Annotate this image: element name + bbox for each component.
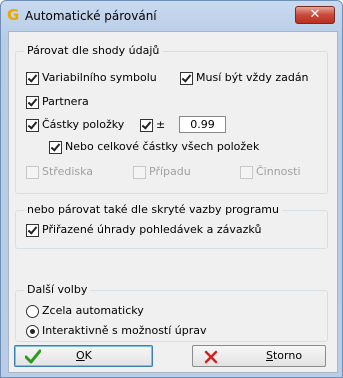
checkmark-icon	[25, 349, 41, 364]
must-be-set-label: Musí být vždy zadán	[196, 71, 309, 84]
tolerance-checkbox[interactable]: ±	[140, 118, 165, 132]
case-label: Případu	[149, 165, 191, 178]
match-criteria-legend: Párovat dle shody údajů	[24, 44, 163, 58]
activity-checkbox[interactable]: Činnosti	[240, 165, 301, 179]
case-checkbox[interactable]: Případu	[133, 165, 191, 179]
must-be-set-checkbox[interactable]: Musí být vždy zadán	[180, 71, 309, 85]
checkbox-box[interactable]	[26, 223, 39, 237]
checkbox-box[interactable]	[26, 118, 39, 132]
item-amount-checkbox[interactable]: Částky položky	[26, 118, 124, 132]
radio-circle[interactable]	[26, 324, 39, 338]
checkbox-box[interactable]	[26, 165, 39, 179]
interactive-radio[interactable]: Interaktivně s možností úprav	[26, 324, 207, 338]
assigned-payments-checkbox[interactable]: Přiřazené úhrady pohledávek a závazků	[26, 223, 261, 237]
cancel-label: Storno	[266, 349, 303, 362]
cancel-button[interactable]: Storno	[192, 345, 326, 367]
checkbox-box[interactable]	[26, 71, 39, 85]
total-amount-label: Nebo celkové částky všech položek	[65, 140, 260, 153]
assigned-payments-label: Přiřazené úhrady pohledávek a závazků	[42, 223, 262, 236]
checkbox-box[interactable]	[26, 95, 39, 109]
hidden-link-group: nebo párovat také dle skryté vazby progr…	[15, 203, 328, 249]
checkbox-box[interactable]	[140, 118, 153, 132]
item-amount-label: Částky položky	[42, 118, 125, 131]
checkbox-box[interactable]	[133, 165, 146, 179]
close-button[interactable]: ✕	[295, 6, 335, 24]
close-icon: ✕	[309, 7, 321, 22]
tolerance-label: ±	[156, 118, 166, 131]
ok-button[interactable]: OK	[14, 345, 153, 367]
variable-symbol-checkbox[interactable]: Variabilního symbolu	[26, 71, 157, 85]
checkbox-box[interactable]	[49, 140, 62, 154]
total-amount-checkbox[interactable]: Nebo celkové částky všech položek	[49, 140, 259, 154]
checkbox-box[interactable]	[180, 71, 193, 85]
tolerance-input[interactable]: 0.99	[179, 116, 226, 133]
more-options-legend: Další volby	[24, 283, 91, 297]
interactive-label: Interaktivně s možností úprav	[42, 324, 207, 337]
hidden-link-legend: nebo párovat také dle skryté vazby progr…	[24, 203, 282, 217]
dialog-title: Automatické párování	[25, 9, 157, 23]
checkbox-box[interactable]	[240, 165, 253, 179]
dialog-window: G Automatické párování ✕ Párovat dle sho…	[0, 0, 343, 378]
cross-icon	[204, 350, 218, 364]
activity-label: Činnosti	[256, 165, 301, 178]
radio-circle[interactable]	[26, 304, 39, 318]
partner-label: Partnera	[42, 95, 89, 108]
title-bar[interactable]: G Automatické párování ✕	[1, 1, 342, 31]
ok-label: OK	[76, 349, 92, 362]
fully-automatic-radio[interactable]: Zcela automaticky	[26, 304, 144, 318]
dialog-body: Párovat dle shody údajů Variabilního sym…	[8, 31, 338, 373]
fully-automatic-label: Zcela automaticky	[42, 304, 144, 317]
variable-symbol-label: Variabilního symbolu	[42, 71, 157, 84]
match-criteria-group: Párovat dle shody údajů Variabilního sym…	[15, 44, 328, 194]
center-label: Střediska	[42, 165, 94, 178]
app-icon: G	[7, 6, 20, 24]
partner-checkbox[interactable]: Partnera	[26, 95, 89, 109]
center-checkbox[interactable]: Střediska	[26, 165, 93, 179]
more-options-group: Další volby Zcela automaticky Interaktiv…	[15, 283, 328, 342]
